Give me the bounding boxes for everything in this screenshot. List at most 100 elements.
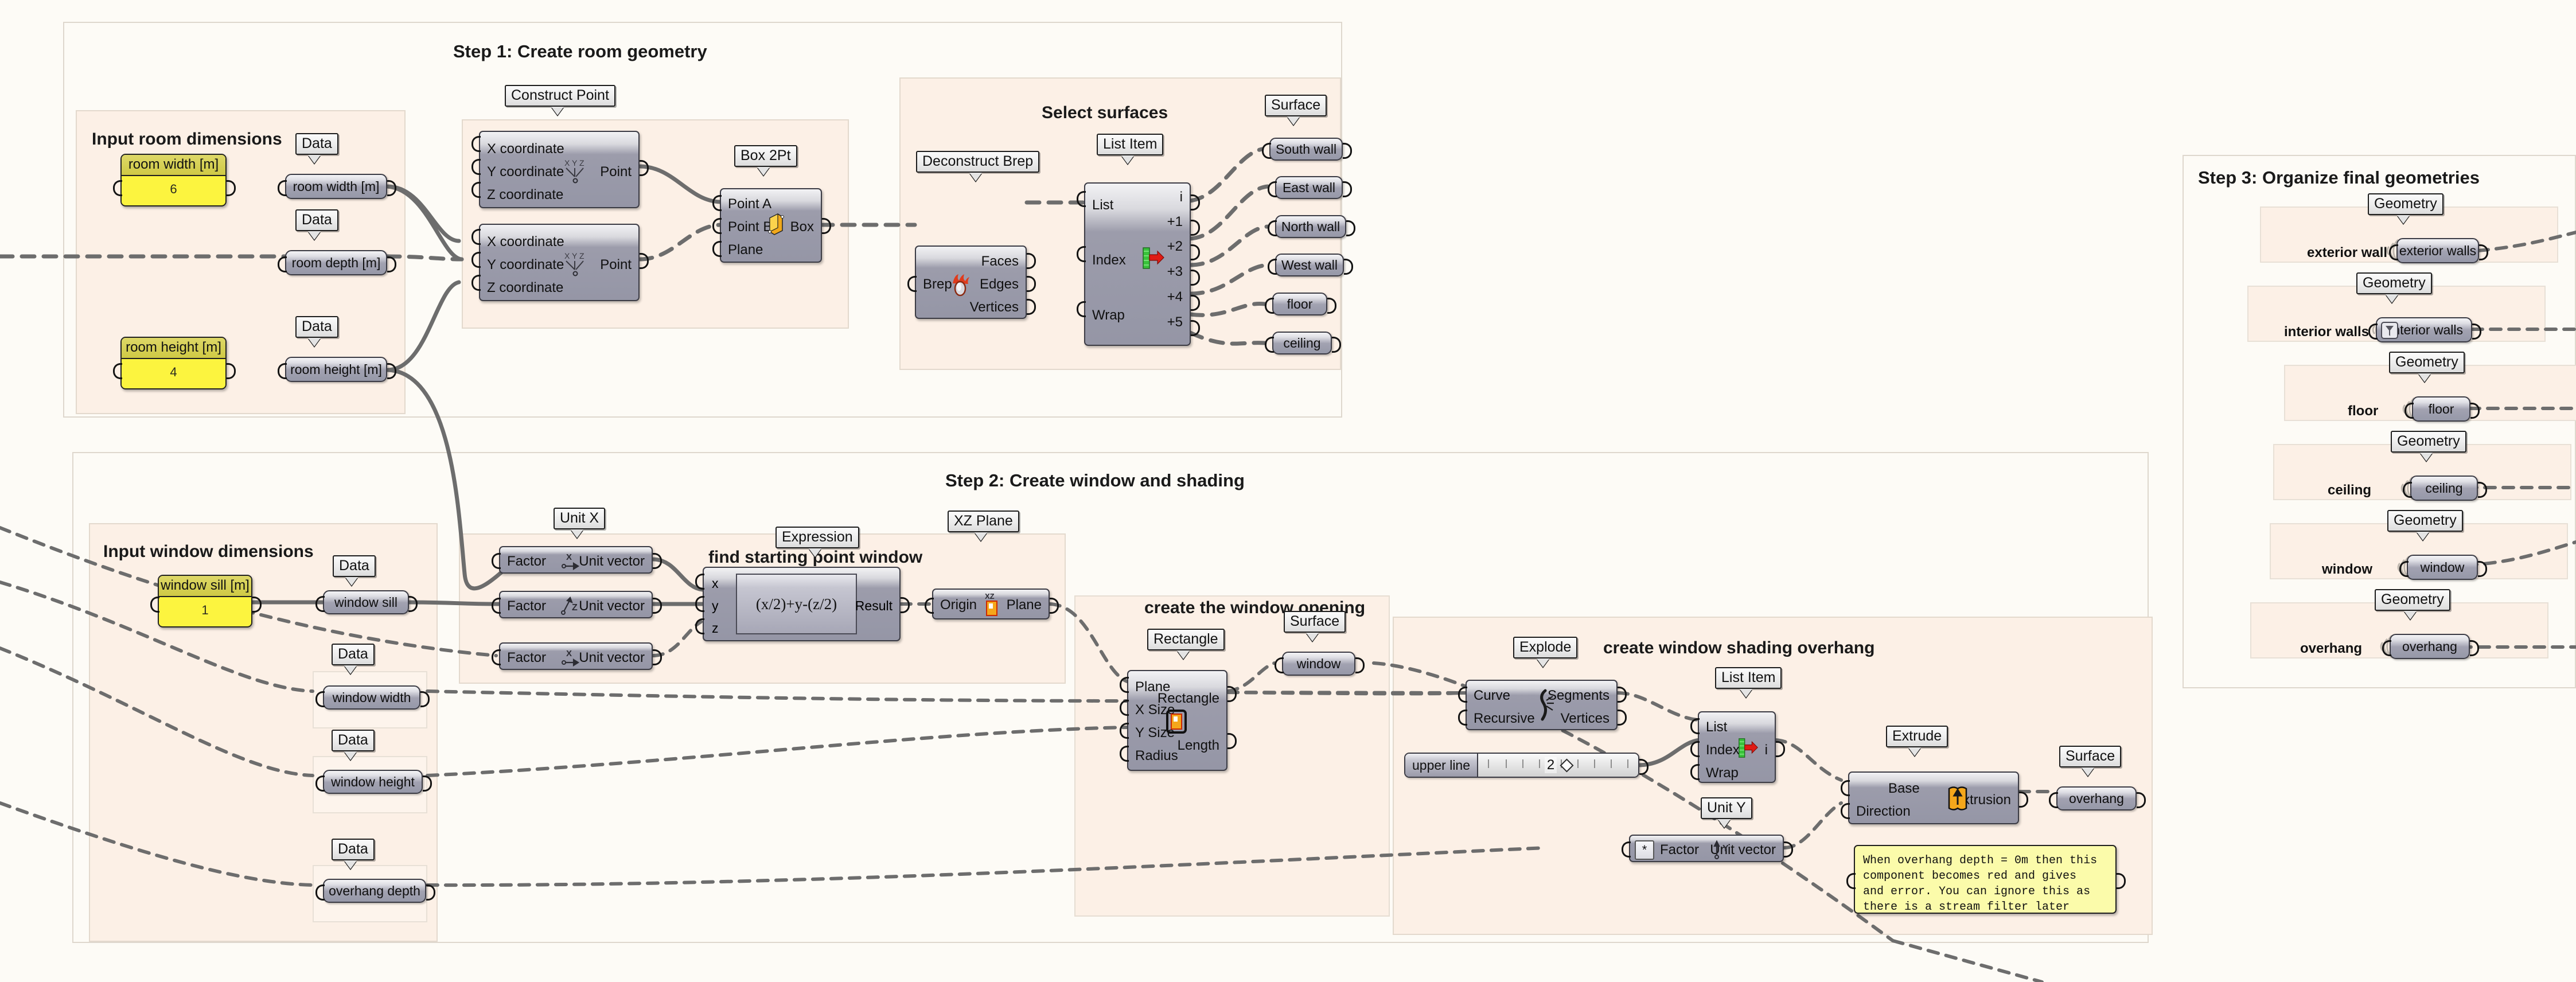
balloon-deconstruct-brep: Deconstruct Brep — [916, 151, 1040, 181]
component-expression[interactable]: x y z (x/2)+y-(z/2) Result — [703, 567, 901, 641]
room-height-slider[interactable]: room height [m] 4 — [120, 337, 227, 389]
component-unit-x-1[interactable]: Factor Unit vector X — [499, 546, 653, 574]
balloon-list-item-2: List Item — [1715, 667, 1782, 697]
param-window-sill[interactable]: window sill — [323, 590, 409, 614]
balloon-label: Surface — [2059, 746, 2122, 767]
component-box-2pt[interactable]: Point A Point B Plane Box — [720, 188, 822, 263]
param-overhang-depth[interactable]: overhang depth — [323, 879, 426, 903]
room-width-slider-value[interactable]: 6 — [122, 176, 225, 205]
output-label: Plane — [1006, 597, 1042, 613]
balloon-label: Data — [333, 555, 376, 577]
step1-title: Step 1: Create room geometry — [453, 41, 707, 61]
scribble-note[interactable]: When overhang depth = 0m then this compo… — [1854, 845, 2117, 914]
component-unit-x-2[interactable]: Factor Unit vector X — [499, 642, 653, 670]
box-icon — [768, 213, 784, 235]
balloon-label: Geometry — [2391, 431, 2466, 453]
param-room-height[interactable]: room height [m] — [285, 357, 387, 382]
param-room-depth[interactable]: room depth [m] — [285, 250, 387, 275]
param-window-height[interactable]: window height — [323, 770, 423, 794]
balloon-surface-window: Surface — [1284, 611, 1346, 641]
param-window-width[interactable]: window width — [323, 685, 420, 710]
param-ceiling[interactable]: ceiling — [2410, 476, 2478, 501]
port-out[interactable] — [1343, 143, 1352, 159]
balloon-label: Data — [295, 209, 338, 231]
input-label: Wrap — [1706, 765, 1739, 781]
window-sill-slider-value[interactable]: 1 — [159, 597, 251, 626]
param-overhang[interactable]: overhang — [2390, 634, 2470, 659]
component-list-item-1[interactable]: List Index Wrap i +1 +2 +3 +4 +5 — [1084, 182, 1191, 346]
balloon-label: Surface — [1265, 95, 1327, 116]
balloon-extrude: Extrude — [1886, 726, 1948, 756]
room-width-slider[interactable]: room width [m] 6 — [120, 154, 227, 206]
component-extrude[interactable]: Base Direction Extrusion — [1848, 771, 2019, 824]
balloon-label: Geometry — [2375, 589, 2450, 611]
param-floor[interactable]: floor — [1272, 293, 1327, 315]
expression-formula[interactable]: (x/2)+y-(z/2) — [736, 574, 857, 634]
input-label: X coordinate — [487, 141, 564, 157]
balloon-label: List Item — [1097, 134, 1164, 155]
unit-x-icon: X — [562, 649, 580, 667]
param-window[interactable]: window — [1282, 652, 1355, 676]
port-out[interactable] — [1346, 220, 1355, 236]
port-out[interactable] — [1343, 181, 1352, 197]
balloon-unit-x: Unit X — [554, 508, 606, 538]
input-label: Factor — [1660, 842, 1700, 858]
input-label: y — [712, 598, 719, 613]
param-exterior-walls[interactable]: exterior walls — [2396, 238, 2479, 263]
param-east-wall[interactable]: East wall — [1275, 176, 1343, 199]
component-xz-plane[interactable]: Origin Plane XZ — [932, 589, 1050, 619]
input-window-title: Input window dimensions — [103, 542, 314, 561]
explode-icon — [1540, 689, 1554, 721]
param-south-wall[interactable]: South wall — [1269, 138, 1343, 161]
component-list-item-2[interactable]: List Index Wrap i — [1698, 711, 1776, 783]
step3-caption: exterior wall — [2307, 245, 2388, 260]
param-north-wall[interactable]: North wall — [1275, 215, 1346, 238]
component-explode[interactable]: Curve Recursive Segments Vertices — [1466, 680, 1618, 730]
output-label: +1 — [1167, 214, 1183, 229]
input-label: Curve — [1474, 688, 1511, 703]
balloon-label: Data — [332, 730, 375, 751]
room-height-slider-value[interactable]: 4 — [122, 359, 225, 388]
xyz-point-icon: X Y Z — [564, 251, 584, 276]
upper-line-slider-value[interactable]: 2 — [1544, 757, 1557, 773]
param-room-width[interactable]: room width [m] — [285, 174, 387, 199]
output-label: i — [1179, 189, 1183, 205]
output-label: Faces — [981, 254, 1019, 269]
create-overhang-title: create window shading overhang — [1603, 638, 1875, 657]
param-overhang[interactable]: overhang — [2056, 786, 2137, 810]
slider-ticks — [1487, 759, 1629, 768]
param-interior-walls[interactable]: interior walls — [2376, 317, 2472, 342]
balloon-construct-point: Construct Point — [505, 85, 615, 115]
component-unit-z[interactable]: Factor Unit vector Z — [499, 591, 653, 618]
param-floor[interactable]: floor — [2412, 396, 2470, 422]
balloon-list-item-1: List Item — [1097, 134, 1164, 164]
window-sill-slider[interactable]: window sill [m] 1 — [158, 575, 252, 628]
balloon-label: Box 2Pt — [734, 145, 797, 167]
output-label: +3 — [1167, 264, 1183, 279]
output-label: +5 — [1167, 314, 1183, 330]
balloon-geometry: Geometry — [2375, 589, 2450, 619]
upper-line-slider[interactable]: upper line 2 — [1404, 753, 1639, 778]
component-construct-point-1[interactable]: X coordinate Y coordinate Z coordinate P… — [479, 131, 640, 208]
param-ceiling[interactable]: ceiling — [1272, 332, 1332, 354]
port-out[interactable] — [1344, 259, 1353, 275]
balloon-data-room-depth: Data — [295, 209, 338, 240]
balloon-label: List Item — [1715, 667, 1782, 689]
input-label: Point A — [728, 196, 772, 212]
param-window[interactable]: window — [2407, 555, 2478, 580]
unit-x-icon: X — [562, 552, 580, 570]
component-unit-y[interactable]: Factor Unit vector * Y — [1629, 835, 1784, 862]
rectangle-icon — [1166, 710, 1187, 734]
extrude-icon — [1948, 786, 1967, 810]
upper-line-slider-track[interactable]: 2 — [1478, 754, 1638, 777]
grasshopper-canvas[interactable]: Step 1: Create room geometry Input room … — [0, 0, 2576, 982]
component-deconstruct-brep[interactable]: Brep Faces Edges Vertices — [915, 246, 1027, 319]
balloon-label: Explode — [1513, 637, 1578, 658]
svg-text:XZ: XZ — [985, 592, 995, 601]
balloon-unit-y: Unit Y — [1701, 797, 1752, 828]
balloon-label: Geometry — [2368, 193, 2444, 215]
component-rectangle[interactable]: Plane X Size Y Size Radius Rectangle Len… — [1127, 670, 1227, 771]
balloon-label: Surface — [1284, 611, 1346, 633]
component-construct-point-2[interactable]: X coordinate Y coordinate Z coordinate P… — [479, 224, 640, 301]
param-west-wall[interactable]: West wall — [1275, 254, 1344, 276]
